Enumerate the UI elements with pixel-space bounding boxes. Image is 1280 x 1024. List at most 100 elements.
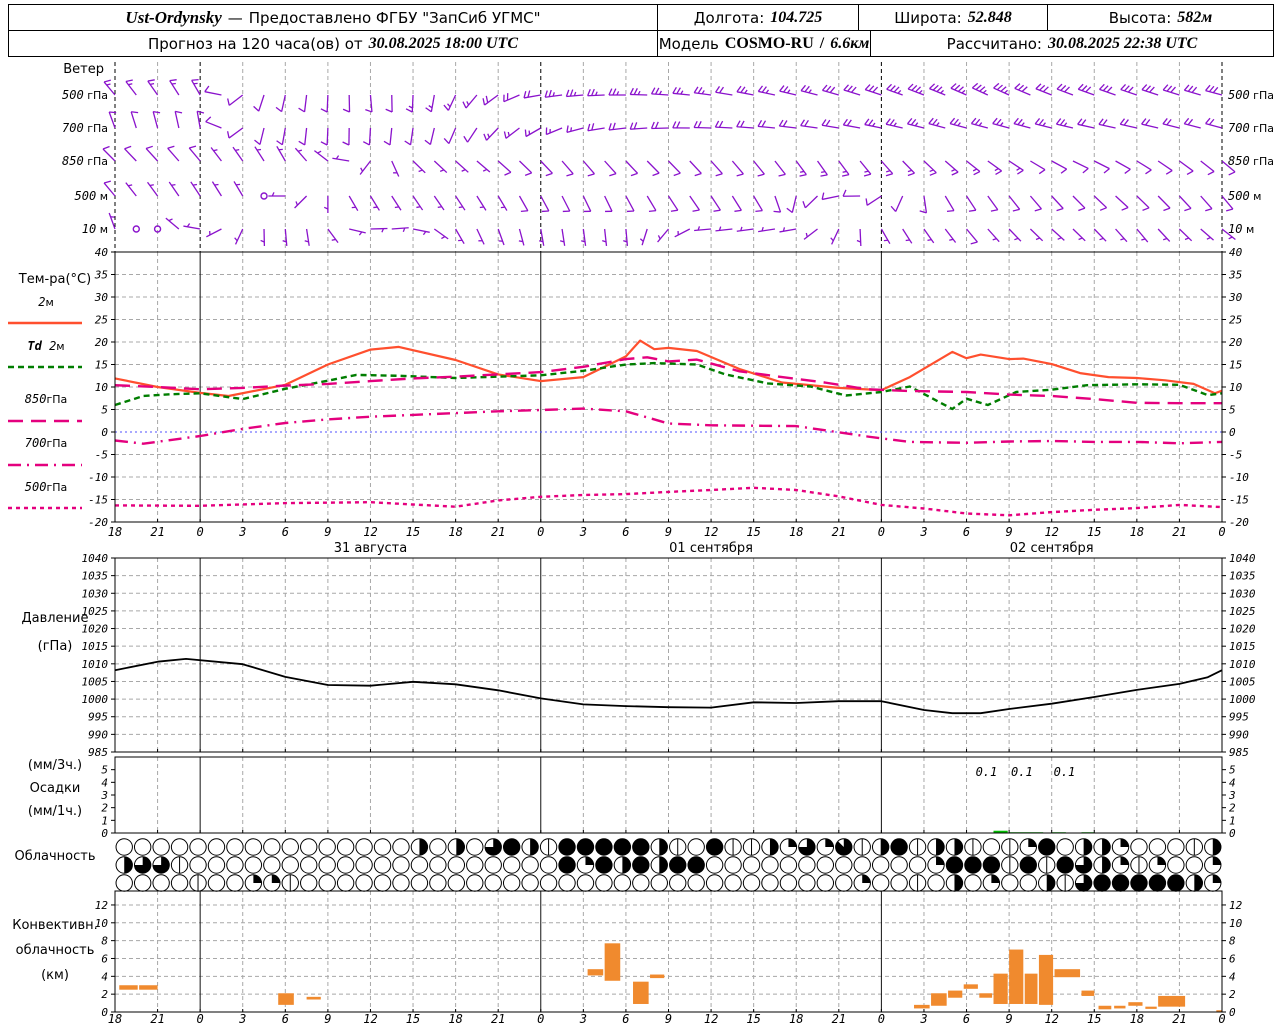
temp-tick-right: -10 — [1229, 471, 1249, 484]
cloud-symbol — [742, 874, 761, 892]
cloud-symbol — [189, 838, 207, 856]
time-label: 15 — [746, 525, 760, 539]
cloud-symbol — [207, 856, 226, 874]
cloud-symbol — [687, 874, 705, 892]
time-label: 9 — [324, 525, 331, 539]
cloud-symbol — [871, 874, 890, 892]
cloud-symbol — [336, 838, 355, 856]
convective-cloud-bar — [650, 974, 665, 979]
cloud-symbol — [761, 874, 779, 892]
cloud-symbol — [724, 856, 742, 874]
time-label-bottom: 9 — [324, 1012, 331, 1024]
cloud-symbol — [318, 838, 336, 856]
precip-tick-right: 2 — [1229, 802, 1236, 815]
cloud-symbol — [281, 838, 299, 856]
pressure-tick-left: 1005 — [82, 675, 109, 688]
cloud-symbol — [263, 838, 281, 856]
pressure-tick-right: 995 — [1229, 711, 1249, 724]
cloud-symbol — [226, 856, 244, 874]
time-label-bottom: 12 — [1044, 1012, 1058, 1024]
time-label-bottom: 6 — [622, 1012, 629, 1024]
conv-tick-left: 4 — [101, 970, 108, 983]
wind-panel: 500 гПа 500 гПа 700 гПа 700 гПа 850 гПа 850 г… — [62, 62, 1274, 252]
cloud-symbol — [447, 856, 466, 874]
convective-cloud-bar — [306, 996, 321, 1000]
convective-cloud-bar — [119, 985, 138, 990]
cloud-symbol — [152, 874, 170, 892]
conv-tick-right: 2 — [1229, 988, 1236, 1001]
cloud-symbol — [816, 856, 835, 874]
convective-panel: 0 02 24 46 68 810 1012 1218 21 0 3 6 9 12 15 18 21 0 3 6 9 12… — [95, 890, 1243, 1024]
cloud-symbol — [890, 856, 908, 874]
temp-legend-t850: 850гПа — [25, 392, 67, 406]
cloud-symbol — [336, 874, 355, 892]
cloud-symbol — [392, 856, 410, 874]
cloud-symbol — [1185, 856, 1204, 874]
time-label-bottom: 6 — [282, 1012, 289, 1024]
cloud-symbol — [244, 838, 263, 856]
time-label: 6 — [963, 525, 970, 539]
pressure-tick-right: 1015 — [1229, 640, 1256, 653]
temp-legend-t2m: 2м — [38, 295, 54, 309]
cloud-symbol — [908, 856, 927, 874]
pressure-tick-left: 995 — [88, 711, 108, 724]
conv-tick-right: 8 — [1229, 935, 1236, 948]
cloud-symbol — [318, 874, 336, 892]
time-label: 6 — [622, 525, 629, 539]
cloud-symbol — [853, 856, 871, 874]
temp-tick-right: -15 — [1229, 494, 1249, 507]
temperature-panel: 40 4035 3530 3025 2520 2015 1510 105 50 0-5 -5-10-… — [8, 246, 1249, 556]
temp-legend-t500: 500гПа — [25, 480, 67, 494]
cloud-symbol — [226, 874, 244, 892]
cloud-symbol — [300, 874, 318, 892]
cloud-symbol — [170, 874, 189, 892]
precip-tick-left: 4 — [101, 776, 108, 789]
cloud-symbol — [650, 874, 668, 892]
wind-level-label-right: 500 гПа — [1228, 88, 1274, 102]
convective-cloud-bar — [914, 1004, 930, 1009]
conv-tick-left: 8 — [101, 935, 108, 948]
cloud-symbol — [779, 874, 798, 892]
temp-tick-right: 20 — [1229, 336, 1243, 349]
convective-cloud-bar — [139, 985, 158, 990]
pressure-tick-right: 990 — [1229, 728, 1249, 741]
meteogram-plot: 500 гПа 500 гПа 700 гПа 700 гПа 850 гПа 850 г… — [8, 62, 1274, 1024]
cloud-symbol — [355, 874, 373, 892]
cloud-symbol — [761, 856, 779, 874]
pressure-tick-left: 985 — [88, 746, 108, 759]
temp-tick-right: -5 — [1229, 449, 1242, 462]
convective-cloud-bar — [1114, 1005, 1126, 1009]
conv-tick-right: 6 — [1229, 952, 1236, 965]
wind-level-label-left: 500 м — [75, 189, 108, 203]
cloud-symbol — [1148, 838, 1167, 856]
cloud-symbol — [1167, 856, 1185, 874]
cloud-symbol — [373, 856, 392, 874]
convective-cloud-bar — [979, 993, 993, 998]
cloud-symbol — [392, 838, 410, 856]
time-label: 9 — [1005, 525, 1012, 539]
cloud-symbol — [964, 874, 982, 892]
convective-cloud-bar — [963, 984, 978, 989]
wind-level-label-left: 700 гПа — [62, 121, 108, 135]
time-label-bottom: 15 — [406, 1012, 420, 1024]
cloud-symbol — [133, 838, 152, 856]
cloud-symbol — [410, 856, 429, 874]
cloud-symbol — [429, 838, 447, 856]
convective-cloud-bar — [1145, 1006, 1157, 1009]
temp-tick-right: 30 — [1228, 291, 1243, 304]
precip-amount-label: 0.1 — [976, 765, 998, 779]
precip-tick-right: 4 — [1229, 776, 1236, 789]
time-label-bottom: 18 — [108, 1012, 122, 1024]
convective-cloud-bar — [931, 993, 947, 1006]
cloud-symbol — [281, 856, 299, 874]
cloud-symbol — [484, 874, 502, 892]
cloud-symbol — [484, 856, 502, 874]
cloud-symbol — [1167, 838, 1185, 856]
pressure-tick-left: 1015 — [82, 640, 109, 653]
time-label-bottom: 21 — [491, 1012, 505, 1024]
time-label: 21 — [1172, 525, 1186, 539]
pressure-tick-left: 1020 — [82, 623, 109, 636]
temp-tick-left: 10 — [95, 381, 109, 394]
time-label-bottom: 15 — [1087, 1012, 1101, 1024]
cloud-symbol — [355, 838, 373, 856]
